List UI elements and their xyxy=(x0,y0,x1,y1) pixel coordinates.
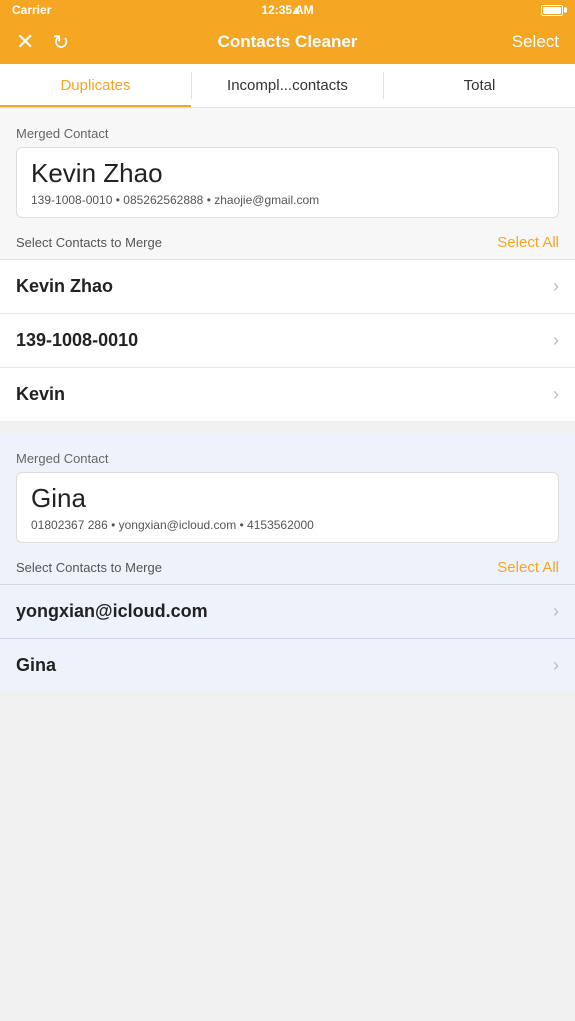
tab-duplicates[interactable]: Duplicates xyxy=(0,64,191,107)
time-label: 12:35 AM xyxy=(261,3,313,17)
merged-contact-label-1: Merged Contact xyxy=(16,118,559,143)
select-contacts-label-2: Select Contacts to Merge xyxy=(16,560,162,575)
contact-item[interactable]: yongxian@icloud.com › xyxy=(0,585,575,639)
nav-left-actions: ✕ ↻ xyxy=(16,30,69,55)
select-merge-row-1: Select Contacts to Merge Select All xyxy=(16,226,559,259)
select-all-button-1[interactable]: Select All xyxy=(497,234,559,251)
section-2: Merged Contact Gina 01802367 286 • yongx… xyxy=(0,433,575,584)
merged-details-2: 01802367 286 • yongxian@icloud.com • 415… xyxy=(31,518,544,532)
carrier-label: Carrier xyxy=(12,3,51,17)
chevron-icon: › xyxy=(553,384,559,405)
merged-name-2: Gina xyxy=(31,483,544,514)
right-status-icons xyxy=(541,5,563,16)
chevron-icon: › xyxy=(553,276,559,297)
content-area: Merged Contact Kevin Zhao 139-1008-0010 … xyxy=(0,108,575,692)
section-gap xyxy=(0,421,575,433)
merged-contact-label-2: Merged Contact xyxy=(16,443,559,468)
tab-total[interactable]: Total xyxy=(384,64,575,107)
close-button[interactable]: ✕ xyxy=(16,31,34,53)
chevron-icon: › xyxy=(553,655,559,676)
select-button[interactable]: Select xyxy=(512,32,559,52)
contact-list-2: yongxian@icloud.com › Gina › xyxy=(0,584,575,692)
refresh-button[interactable]: ↻ xyxy=(52,30,69,55)
nav-bar: ✕ ↻ Contacts Cleaner Select xyxy=(0,20,575,64)
contact-item[interactable]: Kevin Zhao › xyxy=(0,260,575,314)
chevron-icon: › xyxy=(553,601,559,622)
contact-item[interactable]: Gina › xyxy=(0,639,575,692)
tab-incomplete-contacts[interactable]: Incompl...contacts xyxy=(192,64,383,107)
tab-bar: Duplicates Incompl...contacts Total xyxy=(0,64,575,108)
contact-item[interactable]: 139-1008-0010 › xyxy=(0,314,575,368)
contact-list-1: Kevin Zhao › 139-1008-0010 › Kevin › xyxy=(0,259,575,421)
section-1: Merged Contact Kevin Zhao 139-1008-0010 … xyxy=(0,108,575,259)
battery-icon xyxy=(541,5,563,16)
merged-name-1: Kevin Zhao xyxy=(31,158,544,189)
select-contacts-label-1: Select Contacts to Merge xyxy=(16,235,162,250)
chevron-icon: › xyxy=(553,330,559,351)
merged-card-1: Kevin Zhao 139-1008-0010 • 085262562888 … xyxy=(16,147,559,218)
status-bar: Carrier ▲ 12:35 AM xyxy=(0,0,575,20)
contact-item[interactable]: Kevin › xyxy=(0,368,575,421)
merged-details-1: 139-1008-0010 • 085262562888 • zhaojie@g… xyxy=(31,193,544,207)
select-merge-row-2: Select Contacts to Merge Select All xyxy=(16,551,559,584)
merged-card-2: Gina 01802367 286 • yongxian@icloud.com … xyxy=(16,472,559,543)
select-all-button-2[interactable]: Select All xyxy=(497,559,559,576)
nav-title: Contacts Cleaner xyxy=(218,32,358,52)
